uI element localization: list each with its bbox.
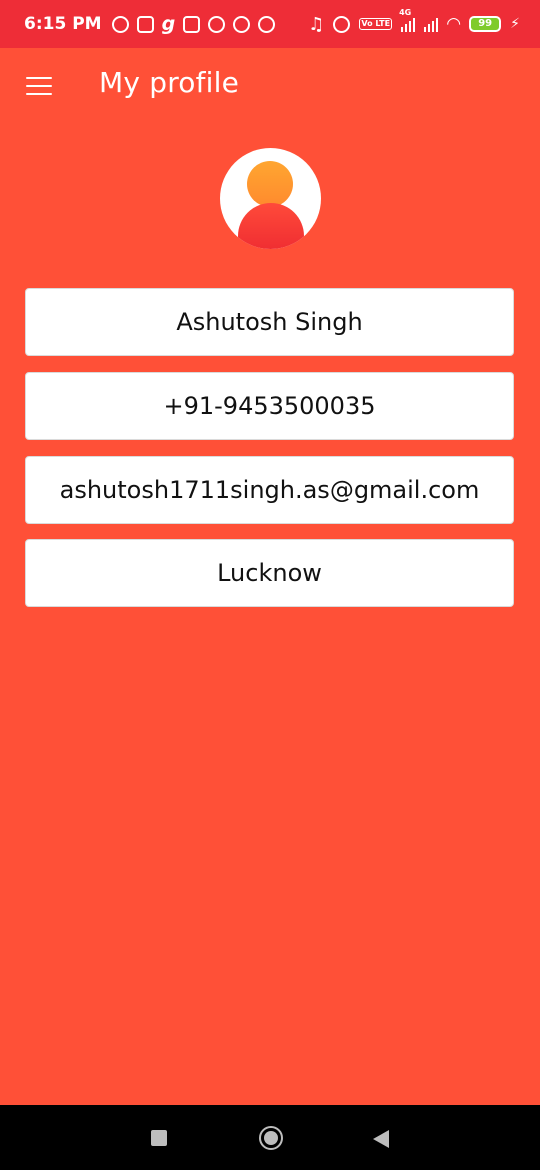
status-time: 6:15 PM (24, 14, 102, 34)
recent-apps-button[interactable] (151, 1130, 167, 1146)
wifi-icon: ◠ (447, 14, 461, 34)
back-button[interactable] (373, 1130, 389, 1148)
notification-icons: g (111, 12, 276, 35)
menu-icon[interactable] (26, 77, 52, 95)
profile-phone-field: +91-9453500035 (25, 372, 514, 440)
home-button[interactable] (259, 1126, 283, 1150)
profile-email-field: ashutosh1711singh.as@gmail.com (25, 456, 514, 524)
whatsapp-icon (233, 15, 251, 33)
signal-icon: 4G (399, 8, 416, 32)
network-type-label: 4G (399, 8, 412, 17)
signal-icon (424, 16, 439, 32)
status-bar: 6:15 PM g ♫ Vo LTE 4G ◠ 99 ⚡ (0, 0, 540, 48)
system-icons: ♫ Vo LTE 4G ◠ 99 ⚡ (308, 8, 520, 35)
avatar-body (238, 203, 304, 249)
news-icon (183, 15, 201, 33)
g-icon: g (161, 12, 176, 35)
headphones-icon: ♫ (308, 13, 325, 35)
instagram-icon (136, 15, 154, 33)
avatar (220, 148, 321, 249)
volte-icon: Vo LTE (359, 18, 393, 30)
app-icon (208, 15, 226, 33)
page-title: My profile (99, 66, 240, 99)
navigation-bar (0, 1105, 540, 1170)
move-icon (111, 15, 129, 33)
avatar-head (247, 161, 293, 207)
profile-name-field: Ashutosh Singh (25, 288, 514, 356)
battery-indicator: 99 (469, 16, 502, 32)
profile-city-field: Lucknow (25, 539, 514, 607)
alarm-icon (333, 15, 351, 33)
app-icon (258, 15, 276, 33)
app-bar: My profile (0, 48, 540, 120)
charging-icon: ⚡ (510, 16, 520, 32)
